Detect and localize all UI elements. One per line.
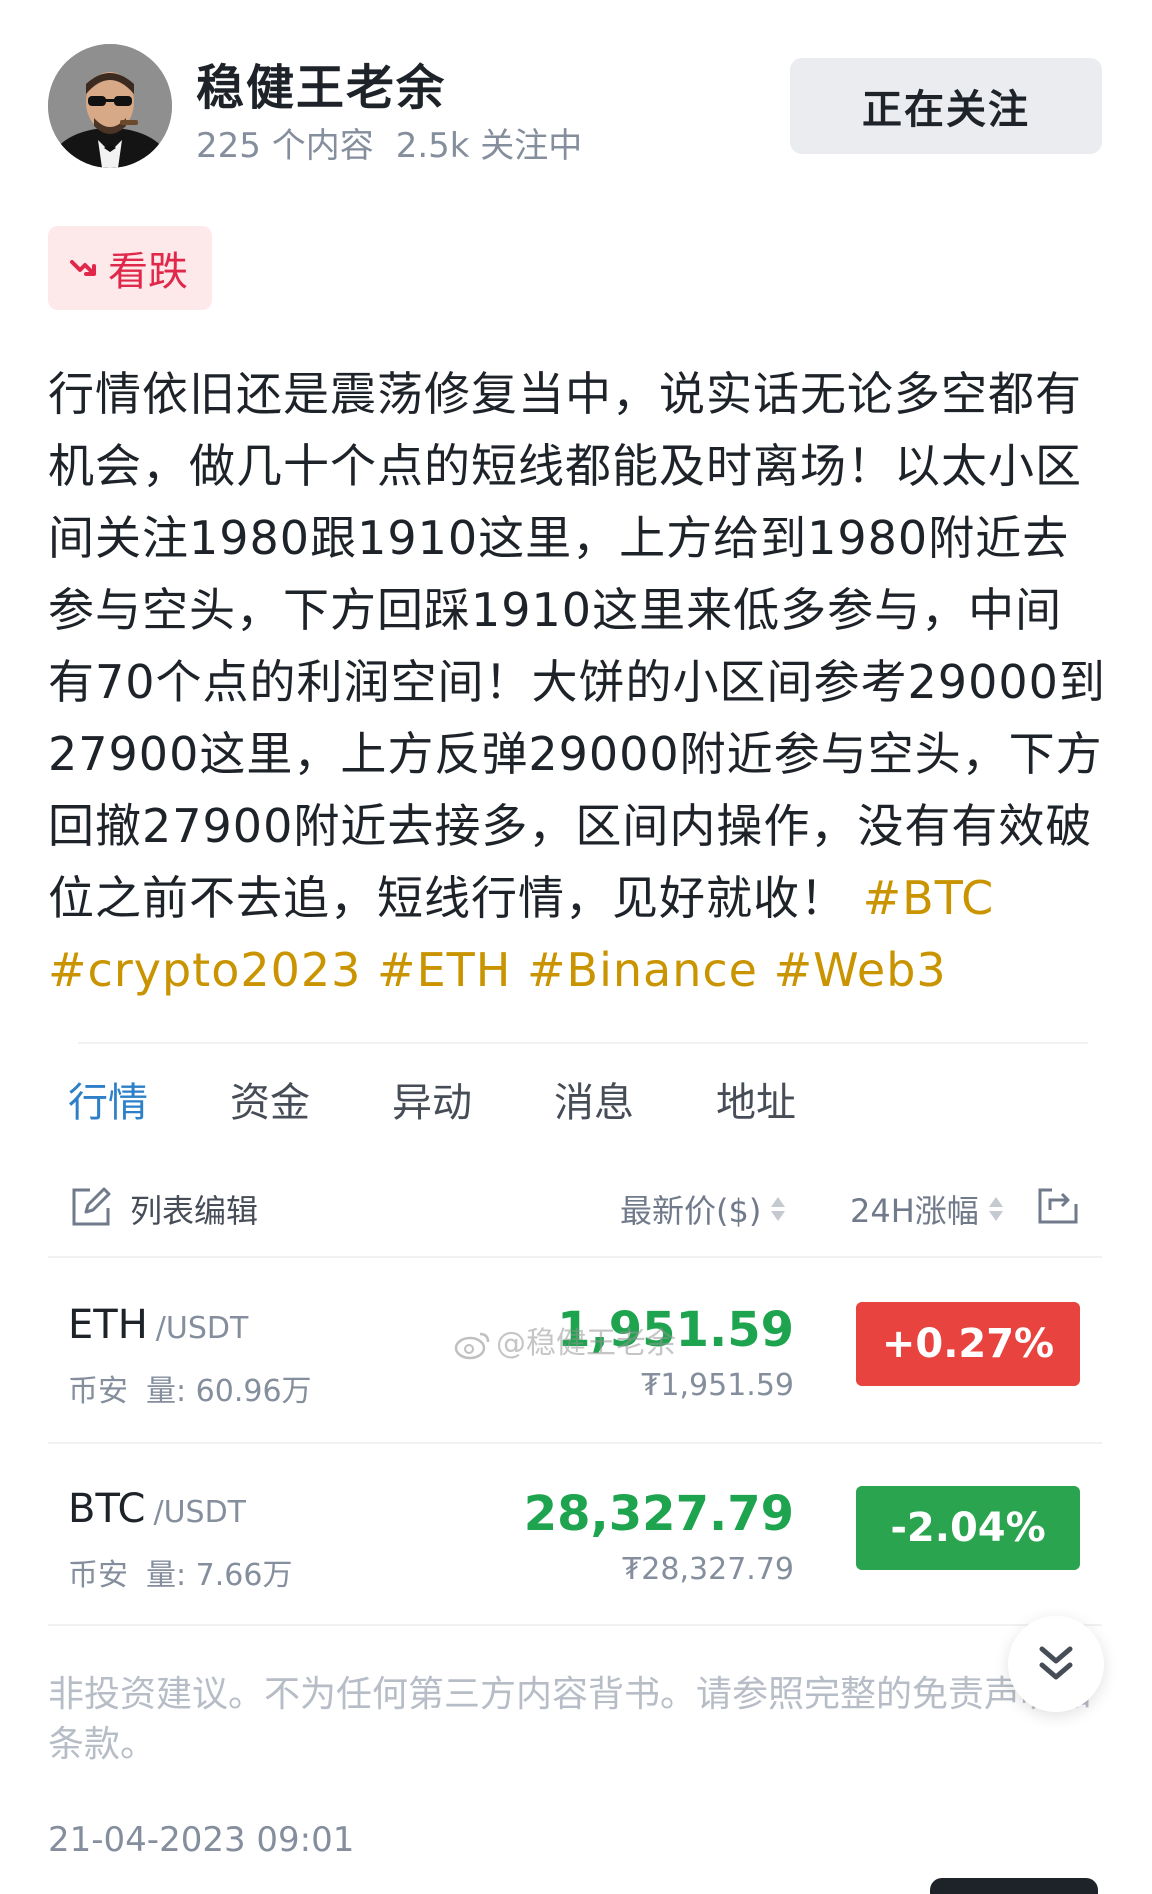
last-price: 28,327.79	[523, 1486, 794, 1542]
volume-value: 量: 60.96万	[146, 1374, 312, 1409]
ticker-symbol: ETH/USDT	[68, 1302, 248, 1348]
weibo-icon	[454, 1332, 490, 1359]
ticker-symbol: BTC/USDT	[68, 1486, 246, 1532]
hashtag-web3[interactable]: #Web3	[774, 943, 947, 997]
change-header-label: 24H涨幅	[850, 1192, 979, 1230]
trend-down-icon	[70, 260, 96, 276]
hashtag-eth[interactable]: #ETH	[377, 943, 511, 997]
watermark-text: @稳健王老余	[496, 1326, 676, 1361]
post-content: 行情依旧还是震荡修复当中，说实话无论多空都有机会，做几十个点的短线都能及时离场！…	[48, 358, 1108, 1006]
tab-movement[interactable]: 异动	[392, 1070, 472, 1130]
tab-news[interactable]: 消息	[554, 1070, 634, 1130]
widget-divider	[78, 1042, 1088, 1044]
author-avatar[interactable]	[48, 44, 172, 168]
row-divider	[48, 1624, 1102, 1626]
volume-value: 量: 7.66万	[146, 1558, 293, 1593]
exchange-name: 币安	[68, 1558, 128, 1593]
author-stats: 225 个内容 2.5k 关注中	[196, 118, 582, 167]
double-chevron-down-icon	[1039, 1646, 1073, 1680]
edit-icon[interactable]	[70, 1186, 112, 1228]
change-badge[interactable]: +0.27%	[856, 1302, 1080, 1386]
symbol-quote: /USDT	[155, 1311, 249, 1346]
weibo-watermark: @稳健王老余	[454, 1318, 676, 1362]
change-badge[interactable]: -2.04%	[856, 1486, 1080, 1570]
exchange-name: 币安	[68, 1374, 128, 1409]
row-divider	[48, 1256, 1102, 1258]
tab-funds[interactable]: 资金	[230, 1070, 310, 1130]
change-sort-header[interactable]: 24H涨幅	[850, 1186, 1003, 1232]
post-count: 225 个内容	[196, 126, 374, 166]
edit-list-label[interactable]: 列表编辑	[130, 1186, 258, 1232]
hashtag-crypto2023[interactable]: #crypto2023	[48, 943, 361, 997]
share-icon[interactable]	[1036, 1182, 1080, 1226]
scroll-down-button[interactable]	[1008, 1616, 1104, 1712]
symbol-base: ETH	[68, 1302, 148, 1348]
hashtag-binance[interactable]: #Binance	[527, 943, 758, 997]
following-count: 2.5k 关注中	[395, 126, 583, 166]
disclaimer-text[interactable]: 非投资建议。不为任何第三方内容背书。请参照完整的免责声明和条款。	[48, 1670, 1108, 1770]
sentiment-label: 看跌	[108, 249, 188, 295]
market-tabs: 行情 资金 异动 消息 地址	[68, 1070, 878, 1130]
bottom-action-bar[interactable]	[930, 1878, 1098, 1894]
row-divider	[48, 1442, 1102, 1444]
bearish-tag: 看跌	[48, 226, 212, 310]
price-sort-header[interactable]: 最新价($)	[620, 1186, 786, 1232]
ticker-row-btc[interactable]: BTC/USDT 币安 量: 7.66万 28,327.79 ₮28,327.79…	[68, 1486, 1088, 1636]
tab-market[interactable]: 行情	[68, 1070, 148, 1130]
list-header: 列表编辑 最新价($) 24H涨幅	[70, 1180, 1080, 1236]
sort-icon	[771, 1195, 786, 1225]
symbol-quote: /USDT	[153, 1495, 247, 1530]
fiat-price: ₮1,951.59	[641, 1368, 794, 1403]
symbol-base: BTC	[68, 1486, 146, 1532]
fiat-price: ₮28,327.79	[622, 1552, 794, 1587]
post-text: 行情依旧还是震荡修复当中，说实话无论多空都有机会，做几十个点的短线都能及时离场！…	[48, 367, 1106, 925]
ticker-volume: 币安 量: 7.66万	[68, 1550, 292, 1594]
tab-address[interactable]: 地址	[716, 1070, 796, 1130]
avatar-image	[48, 44, 172, 168]
post-timestamp: 21-04-2023 09:01	[48, 1820, 355, 1860]
price-header-label: 最新价($)	[620, 1192, 762, 1230]
sort-icon	[988, 1195, 1003, 1225]
ticker-volume: 币安 量: 60.96万	[68, 1366, 312, 1410]
author-name[interactable]: 稳健王老余	[196, 48, 446, 118]
following-button[interactable]: 正在关注	[790, 58, 1102, 154]
hashtag-btc[interactable]: #BTC	[863, 871, 995, 925]
